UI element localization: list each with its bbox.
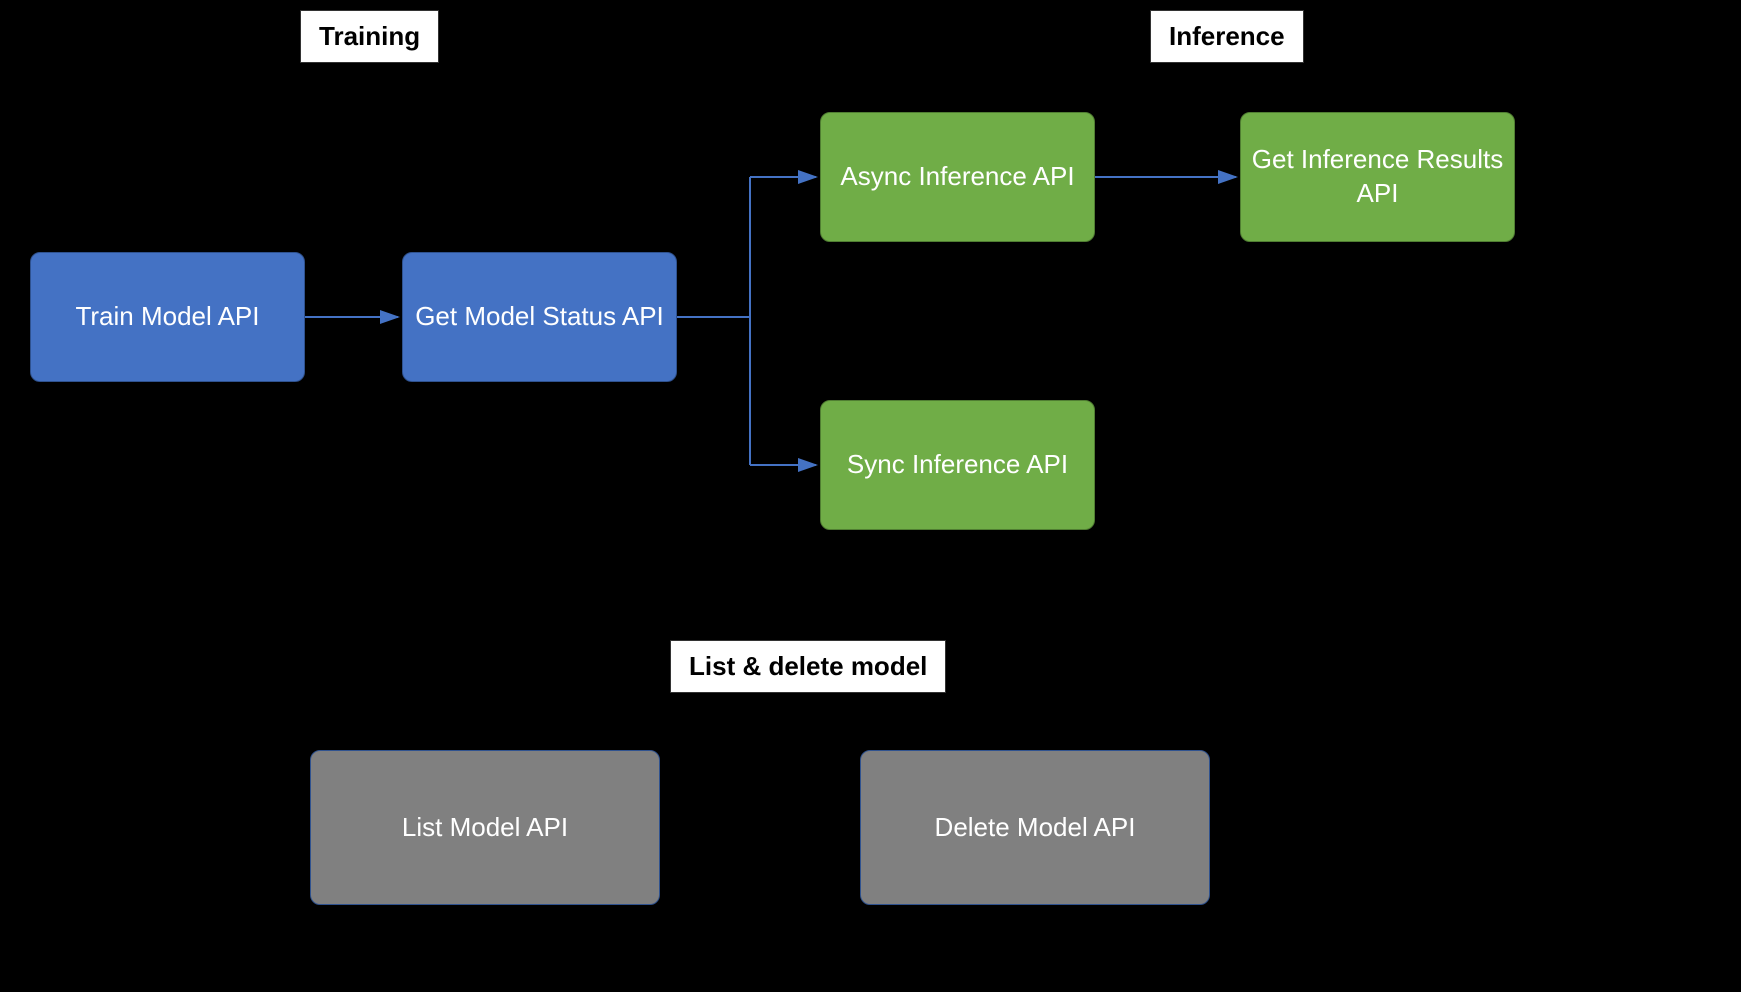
header-inference: Inference [1150,10,1304,63]
box-delete-model-api: Delete Model API [860,750,1210,905]
header-training: Training [300,10,439,63]
header-list-delete: List & delete model [670,640,946,693]
box-list-model-api: List Model API [310,750,660,905]
box-get-inference-results-api: Get Inference Results API [1240,112,1515,242]
box-sync-inference-api: Sync Inference API [820,400,1095,530]
box-train-model-api: Train Model API [30,252,305,382]
box-async-inference-api: Async Inference API [820,112,1095,242]
box-get-model-status-api: Get Model Status API [402,252,677,382]
